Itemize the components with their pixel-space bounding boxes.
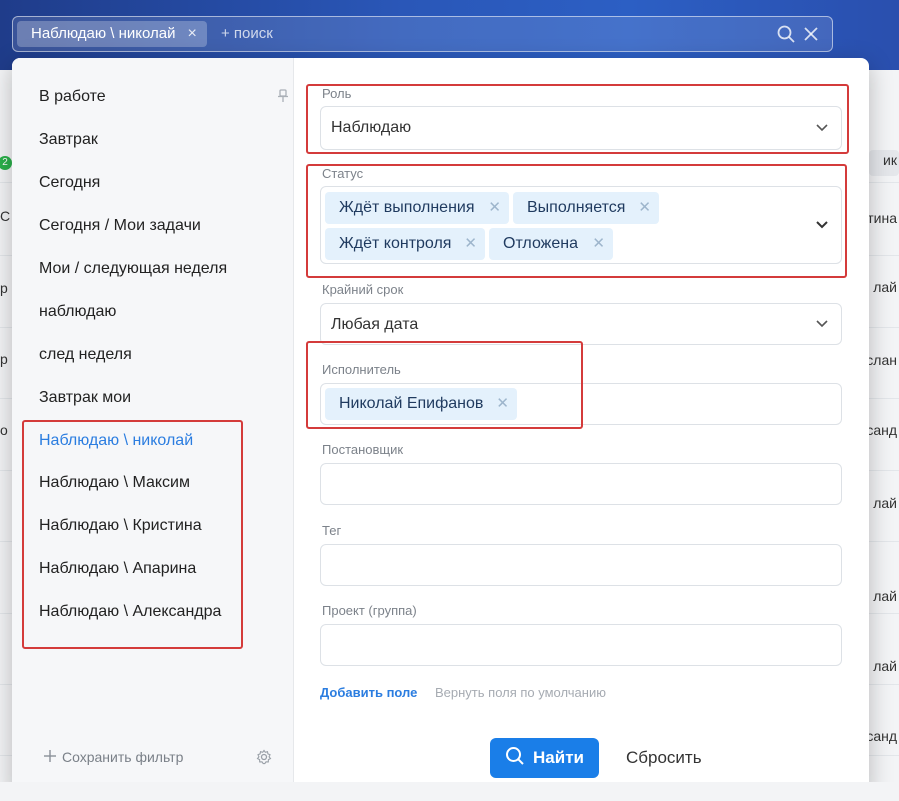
status-tag: Выполняется ✕ [513, 192, 659, 224]
assignee-input[interactable]: Николай Епифанов ✕ [320, 383, 842, 425]
status-tag: Отложена ✕ [489, 228, 613, 260]
filter-fields: Роль Наблюдаю Статус Ждёт выполнения ✕ В… [294, 58, 869, 794]
plus-icon [44, 749, 56, 765]
chevron-down-icon [815, 121, 829, 140]
table-cell: о [0, 422, 8, 438]
table-cell: р [0, 280, 8, 296]
role-select[interactable]: Наблюдаю [320, 106, 842, 150]
assignee-tag: Николай Епифанов ✕ [325, 388, 517, 420]
assignee-label: Исполнитель [322, 362, 401, 377]
table-cell: р [0, 351, 8, 367]
deadline-select[interactable]: Любая дата [320, 303, 842, 345]
active-filter-chip[interactable]: Наблюдаю \ николай × [17, 21, 207, 47]
preset-item[interactable]: Наблюдаю \ Максим [39, 474, 190, 492]
preset-item[interactable]: Наблюдаю \ Александра [39, 603, 221, 621]
gear-icon[interactable] [256, 749, 272, 770]
creator-label: Постановщик [322, 442, 404, 457]
preset-item[interactable]: Наблюдаю \ Апарина [39, 560, 196, 578]
search-icon [505, 746, 525, 771]
preset-item[interactable]: Сегодня / Мои задачи [39, 217, 201, 235]
find-button[interactable]: Найти [490, 738, 599, 778]
status-tag-label: Ждёт выполнения [339, 199, 475, 216]
filter-popup: В работе Завтрак Сегодня Сегодня / Мои з… [12, 58, 869, 794]
status-tag: Ждёт выполнения ✕ [325, 192, 509, 224]
clear-icon[interactable] [802, 24, 820, 44]
deadline-label: Крайний срок [322, 282, 404, 297]
counter-badge: 2 [0, 156, 12, 170]
table-cell: санд [866, 728, 897, 744]
status-tag-label: Ждёт контроля [339, 235, 452, 252]
preset-item[interactable]: Сегодня [39, 174, 100, 192]
close-icon[interactable]: × [188, 21, 197, 47]
preset-item[interactable]: Мои / следующая неделя [39, 260, 227, 278]
role-value: Наблюдаю [331, 119, 412, 136]
status-tag: Ждёт контроля ✕ [325, 228, 485, 260]
preset-item[interactable]: наблюдаю [39, 303, 116, 321]
table-cell: лай [873, 588, 897, 604]
role-label: Роль [322, 86, 352, 101]
table-cell: лай [873, 495, 897, 511]
project-label: Проект (группа) [322, 603, 417, 618]
close-icon[interactable]: ✕ [638, 192, 651, 224]
table-cell: лай [873, 279, 897, 295]
table-cell: ик [883, 152, 897, 168]
search-box[interactable]: Наблюдаю \ николай × + поиск [12, 16, 833, 52]
preset-item-active[interactable]: Наблюдаю \ николай [39, 432, 193, 450]
reset-button[interactable]: Сбросить [626, 748, 702, 768]
tag-label: Тег [322, 523, 342, 538]
close-icon[interactable]: ✕ [592, 228, 605, 260]
chevron-down-icon [815, 218, 829, 237]
preset-sidebar: В работе Завтрак Сегодня Сегодня / Мои з… [12, 58, 294, 794]
save-filter-label: Сохранить фильтр [62, 749, 184, 765]
save-filter-button[interactable]: Сохранить фильтр [44, 749, 183, 765]
project-input[interactable] [320, 624, 842, 666]
status-label: Статус [322, 166, 364, 181]
table-cell: тина [867, 210, 897, 226]
restore-default-fields-link[interactable]: Вернуть поля по умолчанию [435, 685, 606, 700]
close-icon[interactable]: ✕ [496, 388, 509, 420]
search-icon[interactable] [776, 24, 796, 44]
deadline-value: Любая дата [331, 316, 419, 333]
preset-item[interactable]: Завтрак [39, 131, 98, 149]
preset-item[interactable]: Завтрак мои [39, 389, 131, 407]
table-cell: санд [866, 422, 897, 438]
table-cell: лай [873, 658, 897, 674]
find-button-label: Найти [533, 748, 584, 767]
preset-item[interactable]: В работе [39, 88, 106, 106]
bottom-scrollbar[interactable] [0, 782, 899, 801]
tag-input[interactable] [320, 544, 842, 586]
close-icon[interactable]: ✕ [488, 192, 501, 224]
pin-icon[interactable] [277, 89, 289, 108]
active-filter-chip-label: Наблюдаю \ николай [31, 25, 176, 42]
status-select[interactable]: Ждёт выполнения ✕ Выполняется ✕ Ждёт кон… [320, 186, 842, 264]
assignee-tag-label: Николай Епифанов [339, 395, 484, 412]
preset-item[interactable]: Наблюдаю \ Кристина [39, 517, 202, 535]
close-icon[interactable]: ✕ [464, 228, 477, 260]
chevron-down-icon [815, 317, 829, 336]
add-field-link[interactable]: Добавить поле [320, 685, 417, 700]
status-tag-label: Выполняется [527, 199, 626, 216]
search-input[interactable]: + поиск [221, 25, 273, 42]
preset-item[interactable]: след неделя [39, 346, 132, 364]
table-cell: С [0, 208, 11, 224]
status-tag-label: Отложена [503, 235, 578, 252]
creator-input[interactable] [320, 463, 842, 505]
